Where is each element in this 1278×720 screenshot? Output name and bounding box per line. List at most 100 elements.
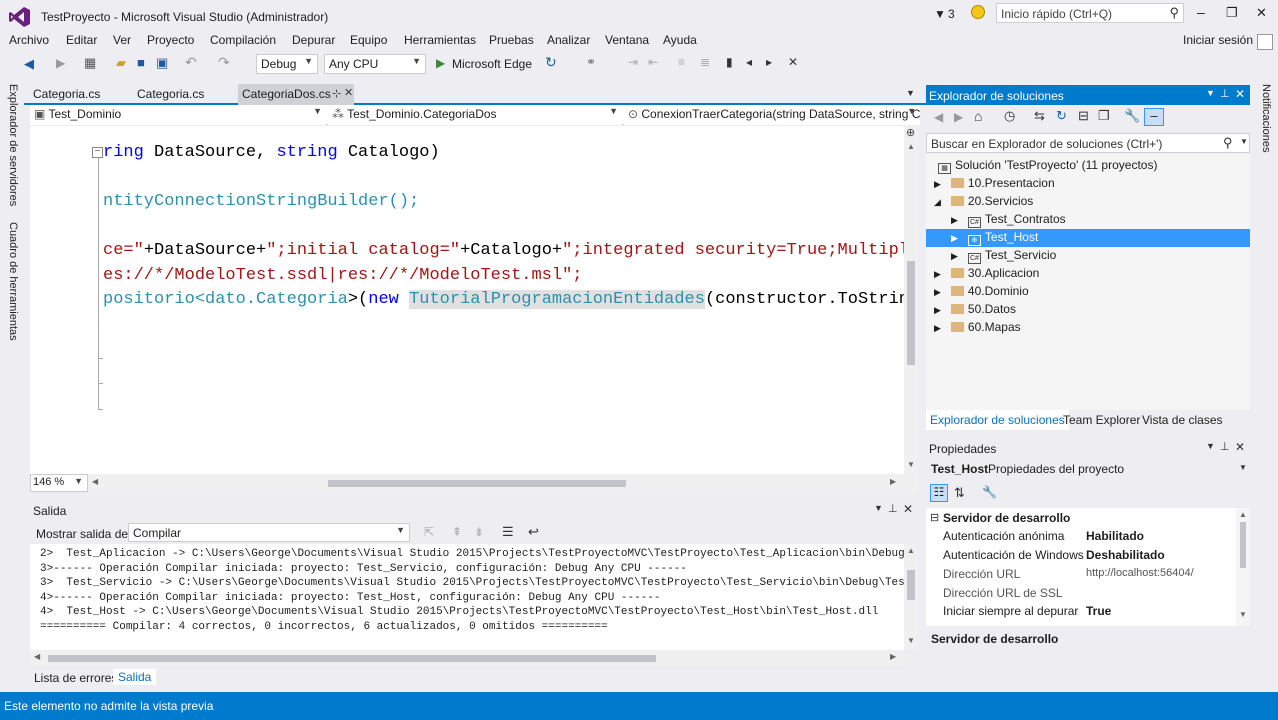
window-position-icon[interactable]: ▼ bbox=[874, 503, 883, 513]
refresh-icon[interactable]: ↻ bbox=[1056, 108, 1067, 124]
pin-icon[interactable]: ⊹ bbox=[332, 87, 341, 100]
editor-vertical-scrollbar[interactable]: ⊕ ▲ ▼ bbox=[904, 126, 918, 474]
editor-scroll-thumb[interactable] bbox=[907, 261, 915, 365]
tree-item-30-aplicacion[interactable]: ▶ 30.Aplicacion bbox=[934, 266, 1039, 284]
tab-solution-explorer[interactable]: Explorador de soluciones bbox=[926, 410, 1069, 430]
menu-ver[interactable]: Ver bbox=[113, 33, 131, 47]
project-nav-select[interactable]: ▣ Test_Dominio ▼ bbox=[30, 105, 326, 125]
close-tab-icon[interactable]: ✕ bbox=[344, 86, 353, 99]
properties-icon[interactable]: 🔧 bbox=[1124, 108, 1140, 124]
output-horizontal-scrollbar[interactable]: ◀ ▶ bbox=[30, 650, 904, 666]
properties-scroll-thumb[interactable] bbox=[1240, 522, 1246, 568]
expand-icon[interactable]: ▶ bbox=[951, 251, 958, 261]
tab-error-list[interactable]: Lista de errores bbox=[34, 671, 117, 685]
menu-ventana[interactable]: Ventana bbox=[605, 33, 649, 47]
editor-hscroll-thumb[interactable] bbox=[328, 480, 626, 487]
menu-analizar[interactable]: Analizar bbox=[547, 33, 590, 47]
scroll-up-icon[interactable]: ▲ bbox=[907, 142, 915, 151]
menu-equipo[interactable]: Equipo bbox=[350, 33, 387, 47]
alphabetical-icon[interactable]: ⇅ bbox=[954, 485, 965, 501]
find-message-icon[interactable]: ⇱ bbox=[424, 525, 434, 539]
sync-icon[interactable]: ⇆ bbox=[1034, 108, 1045, 124]
collapse-category-icon[interactable]: ⊟ bbox=[930, 511, 939, 524]
property-value[interactable]: http://localhost:56404/ bbox=[1086, 567, 1194, 579]
tree-item-test-contratos[interactable]: ▶ C# Test_Contratos bbox=[951, 212, 1066, 230]
scroll-down-icon[interactable]: ▼ bbox=[907, 636, 915, 645]
menu-ayuda[interactable]: Ayuda bbox=[663, 33, 697, 47]
close-icon[interactable]: ✕ bbox=[903, 502, 913, 516]
window-position-icon[interactable]: ▼ bbox=[1206, 441, 1215, 451]
tree-item-solution[interactable]: ▦ Solución 'TestProyecto' (11 proyectos) bbox=[938, 158, 1157, 176]
tab-categoria-2[interactable]: Categoria.cs bbox=[134, 84, 207, 104]
prev-message-icon[interactable]: ⇞ bbox=[452, 525, 462, 539]
show-all-files-icon[interactable]: ❐ bbox=[1098, 108, 1110, 124]
menu-editar[interactable]: Editar bbox=[66, 33, 97, 47]
properties-object-select[interactable]: Test_Host Propiedades del proyecto ▼ bbox=[926, 459, 1250, 479]
zoom-select[interactable]: 146 % ▼ bbox=[30, 474, 88, 492]
pin-icon[interactable]: ⊥ bbox=[888, 502, 898, 515]
undo-icon[interactable]: ↶ bbox=[185, 54, 197, 71]
expand-icon[interactable]: ▶ bbox=[934, 287, 941, 297]
sign-in-link[interactable]: Iniciar sesión bbox=[1183, 33, 1253, 47]
scroll-left-icon[interactable]: ◀ bbox=[34, 652, 40, 661]
scroll-down-icon[interactable]: ▼ bbox=[1239, 610, 1247, 619]
server-explorer-tab[interactable]: Explorador de servidores bbox=[7, 84, 19, 206]
tab-categoriados-active[interactable]: CategoriaDos.cs ⊹ ✕ bbox=[238, 84, 354, 105]
open-file-icon[interactable]: ▰ bbox=[116, 55, 126, 71]
tab-team-explorer[interactable]: Team Explorer bbox=[1063, 413, 1140, 427]
step-over-icon[interactable]: ⇤ bbox=[648, 55, 658, 69]
scroll-up-icon[interactable]: ▲ bbox=[1239, 510, 1247, 519]
clear-all-icon[interactable]: ☰ bbox=[502, 524, 514, 540]
pin-icon[interactable]: ⊥ bbox=[1220, 87, 1230, 100]
menu-depurar[interactable]: Depurar bbox=[292, 33, 335, 47]
menu-compilacion[interactable]: Compilación bbox=[210, 33, 276, 47]
scroll-right-icon[interactable]: ▶ bbox=[890, 652, 896, 661]
collapse-all-icon[interactable]: ⊟ bbox=[1078, 108, 1089, 124]
save-all-icon[interactable]: ▣ bbox=[156, 55, 168, 71]
maximize-button[interactable]: ❐ bbox=[1226, 5, 1238, 21]
quick-launch-input[interactable]: Inicio rápido (Ctrl+Q) ⚲ bbox=[996, 3, 1184, 23]
property-value[interactable]: Deshabilitado bbox=[1086, 548, 1165, 562]
start-debug-icon[interactable]: ▶ bbox=[436, 56, 445, 70]
categorized-icon[interactable]: ☷ bbox=[930, 484, 948, 502]
chevron-down-icon[interactable]: ▼ bbox=[1240, 137, 1248, 146]
collapse-region-icon[interactable]: − bbox=[92, 147, 103, 158]
comment-icon[interactable]: ≡ bbox=[678, 55, 685, 69]
word-wrap-icon[interactable]: ↩ bbox=[528, 524, 539, 540]
scroll-right-icon[interactable]: ▶ bbox=[890, 477, 896, 486]
output-text-area[interactable]: 2> Test_Aplicacion -> C:\Users\George\Do… bbox=[30, 544, 904, 650]
menu-archivo[interactable]: Archivo bbox=[9, 33, 49, 47]
property-value[interactable]: True bbox=[1086, 604, 1111, 618]
platform-select[interactable]: Any CPU ▼ bbox=[324, 54, 426, 74]
refresh-icon[interactable]: ↻ bbox=[545, 54, 557, 71]
tree-item-test-host[interactable]: ▶ ⊕ Test_Host bbox=[951, 230, 1038, 248]
forward-icon[interactable]: ▶ bbox=[56, 56, 65, 70]
account-avatar[interactable] bbox=[1257, 34, 1273, 50]
tree-item-40-dominio[interactable]: ▶ 40.Dominio bbox=[934, 284, 1029, 302]
tree-item-10-presentacion[interactable]: ▶ 10.Presentacion bbox=[934, 176, 1055, 194]
solution-config-select[interactable]: Debug ▼ bbox=[256, 54, 318, 74]
clear-bookmarks-icon[interactable]: ✕ bbox=[788, 55, 798, 69]
tab-class-view[interactable]: Vista de clases bbox=[1142, 413, 1223, 427]
split-icon[interactable]: ⊕ bbox=[906, 126, 915, 139]
start-debug-button[interactable]: Microsoft Edge bbox=[452, 57, 532, 71]
expand-icon[interactable]: ▶ bbox=[934, 305, 941, 315]
tab-output-active[interactable]: Salida bbox=[113, 669, 157, 685]
toolbox-tab[interactable]: Cuadro de herramientas bbox=[7, 222, 19, 341]
scroll-left-icon[interactable]: ◀ bbox=[92, 477, 98, 486]
home-icon[interactable]: ⌂ bbox=[974, 108, 982, 124]
save-icon[interactable]: ■ bbox=[137, 55, 145, 70]
forward-icon[interactable]: ▶ bbox=[954, 110, 963, 124]
back-icon[interactable]: ◀ bbox=[24, 56, 34, 72]
collapse-icon[interactable]: ◢ bbox=[934, 197, 941, 207]
output-source-select[interactable]: Compilar ▼ bbox=[128, 523, 410, 542]
back-icon[interactable]: ◀ bbox=[934, 110, 943, 124]
uncomment-icon[interactable]: ≣ bbox=[700, 55, 710, 69]
menu-herramientas[interactable]: Herramientas bbox=[404, 33, 476, 47]
step-icon[interactable]: ⇥ bbox=[628, 55, 638, 69]
notifications-tab[interactable]: Notificaciones bbox=[1260, 84, 1272, 152]
output-vertical-scrollbar[interactable]: ▲ ▼ bbox=[904, 544, 918, 650]
output-hscroll-thumb[interactable] bbox=[48, 655, 656, 662]
minimize-button[interactable]: – bbox=[1197, 4, 1205, 20]
menu-pruebas[interactable]: Pruebas bbox=[489, 33, 534, 47]
